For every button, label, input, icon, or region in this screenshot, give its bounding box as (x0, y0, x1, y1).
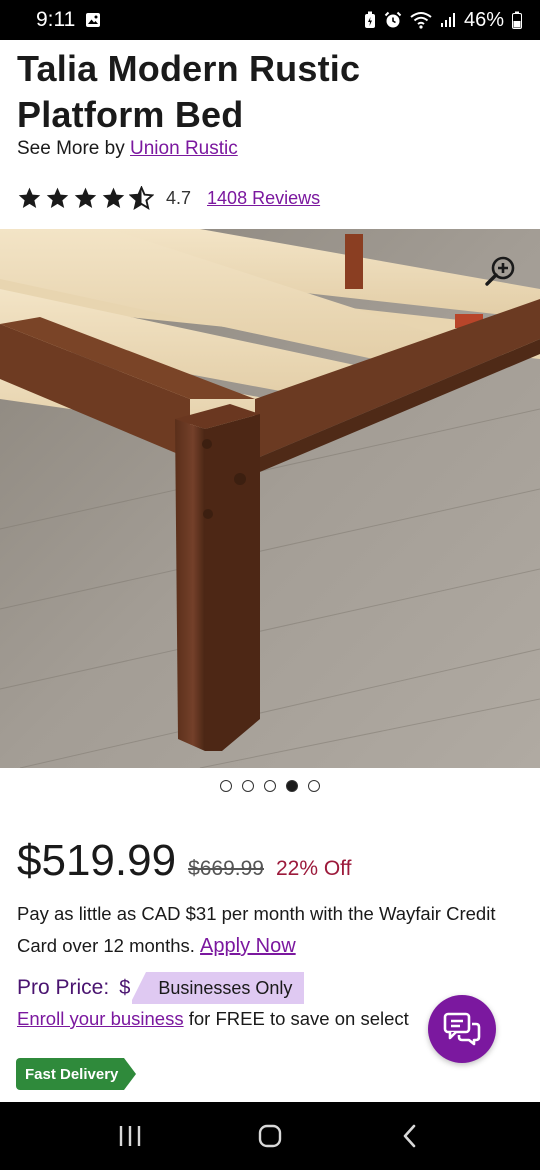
pro-price-row: Pro Price: $ Businesses Only (17, 972, 305, 1004)
star-full-icon (46, 187, 69, 208)
back-icon[interactable] (380, 1111, 440, 1161)
wifi-icon (410, 11, 432, 29)
enroll-suffix: for FREE to save on select (188, 1008, 409, 1029)
reviews-link[interactable]: 1408 Reviews (207, 188, 320, 209)
gallery-icon (85, 12, 101, 28)
fast-delivery-tip (124, 1058, 137, 1090)
rating-row[interactable]: 4.7 1408 Reviews (17, 184, 320, 212)
pro-price-dollar: $ (119, 976, 131, 999)
star-full-icon (74, 187, 97, 208)
price-row: $519.99 $669.99 22% Off (17, 836, 351, 886)
zoom-icon[interactable] (484, 253, 518, 287)
battery-icon (512, 11, 522, 29)
businesses-only-badge: Businesses Only (130, 972, 305, 1004)
star-full-icon (18, 187, 41, 208)
recent-apps-icon[interactable] (100, 1111, 160, 1161)
carousel-dot[interactable] (308, 780, 320, 792)
original-price: $669.99 (188, 857, 264, 880)
signal-icon (440, 12, 456, 28)
rating-stars (17, 185, 154, 211)
product-image[interactable] (0, 229, 540, 768)
carousel-dot[interactable] (264, 780, 276, 792)
carousel-dot[interactable] (286, 780, 298, 792)
alarm-icon (384, 11, 402, 29)
bed-photo (0, 229, 540, 768)
battery-saver-icon (364, 11, 376, 29)
apply-now-link[interactable]: Apply Now (200, 935, 296, 957)
star-half-icon (129, 185, 154, 210)
see-more-by: See More by Union Rustic (17, 138, 238, 160)
battery-percent: 46% (463, 8, 504, 31)
chat-icon (443, 1012, 481, 1046)
discount-label: 22% Off (275, 857, 352, 880)
system-nav-bar (0, 1102, 540, 1170)
fast-delivery-badge: Fast Delivery (16, 1058, 137, 1090)
enroll-row: Enroll your business for FREE to save on… (17, 1008, 409, 1030)
home-icon[interactable] (240, 1111, 300, 1161)
enroll-business-link[interactable]: Enroll your business (17, 1008, 184, 1029)
brand-link[interactable]: Union Rustic (130, 138, 238, 159)
status-time: 9:11 (36, 8, 76, 31)
carousel-dot[interactable] (242, 780, 254, 792)
current-price: $519.99 (17, 836, 177, 885)
carousel-dot[interactable] (220, 780, 232, 792)
see-more-prefix: See More by (17, 138, 125, 159)
fast-delivery-label: Fast Delivery (16, 1058, 125, 1090)
carousel-dots (0, 780, 540, 792)
chat-button[interactable] (428, 995, 496, 1063)
rating-value: 4.7 (166, 187, 192, 208)
status-bar: 9:11 46% (0, 0, 540, 40)
pro-price-label: Pro Price: (17, 976, 110, 999)
credit-offer: Pay as little as CAD $31 per month with … (17, 898, 527, 962)
product-title: Talia Modern Rustic Platform Bed (17, 48, 361, 135)
star-full-icon (102, 187, 125, 208)
